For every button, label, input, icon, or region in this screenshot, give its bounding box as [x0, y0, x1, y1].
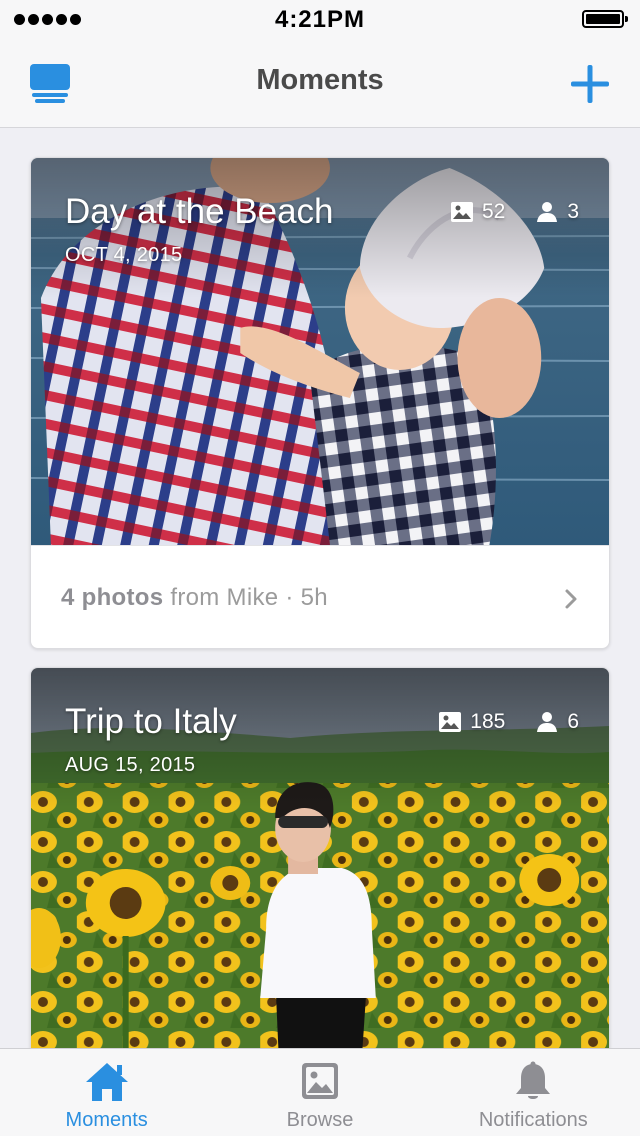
app-screen: 4:21PM Moments Day at the Beach OCT 4, 2… [0, 0, 640, 1136]
moment-stats: 52 3 [450, 200, 579, 224]
chevron-right-icon [565, 589, 577, 609]
photo-icon [301, 1063, 338, 1099]
people-count-icon [537, 712, 558, 732]
tab-notifications[interactable]: Notifications [427, 1049, 640, 1136]
home-icon [85, 1063, 128, 1101]
tab-label: Moments [65, 1109, 148, 1131]
moment-title: Day at the Beach [65, 192, 334, 231]
people-count: 6 [567, 710, 579, 733]
photo-count-icon [439, 712, 462, 732]
status-time: 4:21PM [274, 6, 366, 33]
moment-cover-photo[interactable]: Day at the Beach OCT 4, 2015 52 3 [31, 158, 609, 545]
tab-moments[interactable]: Moments [0, 1049, 213, 1136]
tab-label: Browse [286, 1109, 354, 1131]
moment-card[interactable]: Trip to Italy AUG 15, 2015 185 6 [30, 667, 610, 1048]
battery-icon [582, 10, 628, 28]
photo-summary-count: 4 photos [61, 583, 164, 611]
moment-date: AUG 15, 2015 [65, 754, 196, 776]
navigation-bar: Moments [0, 40, 640, 128]
moment-card[interactable]: Day at the Beach OCT 4, 2015 52 3 4 phot… [30, 157, 610, 649]
photo-count: 52 [481, 200, 506, 223]
moment-stats: 185 6 [438, 710, 579, 734]
photo-summary-from: from Mike [170, 583, 279, 611]
moment-title: Trip to Italy [65, 702, 237, 741]
moment-summary: 4 photos from Mike · 5h [61, 584, 328, 612]
moment-date: OCT 4, 2015 [65, 244, 183, 266]
tab-bar: Moments Browse Notifications [0, 1048, 640, 1136]
photo-count: 185 [470, 710, 506, 733]
moment-footer[interactable]: 4 photos from Mike · 5h [31, 545, 609, 648]
tab-label: Notifications [478, 1109, 588, 1131]
add-moment-button[interactable] [568, 62, 612, 106]
photo-summary-age: 5h [300, 583, 328, 611]
plus-icon [571, 65, 609, 103]
separator-dot: · [285, 583, 294, 611]
page-title: Moments [256, 64, 384, 96]
people-count-icon [537, 202, 558, 222]
bell-icon [516, 1061, 551, 1099]
moment-cover-photo[interactable]: Trip to Italy AUG 15, 2015 185 6 [31, 668, 609, 1048]
moments-feed[interactable]: Day at the Beach OCT 4, 2015 52 3 4 phot… [0, 128, 640, 1048]
people-count: 3 [567, 200, 579, 223]
status-bar: 4:21PM [0, 0, 640, 40]
tab-browse[interactable]: Browse [213, 1049, 426, 1136]
photo-count-icon [450, 202, 473, 222]
